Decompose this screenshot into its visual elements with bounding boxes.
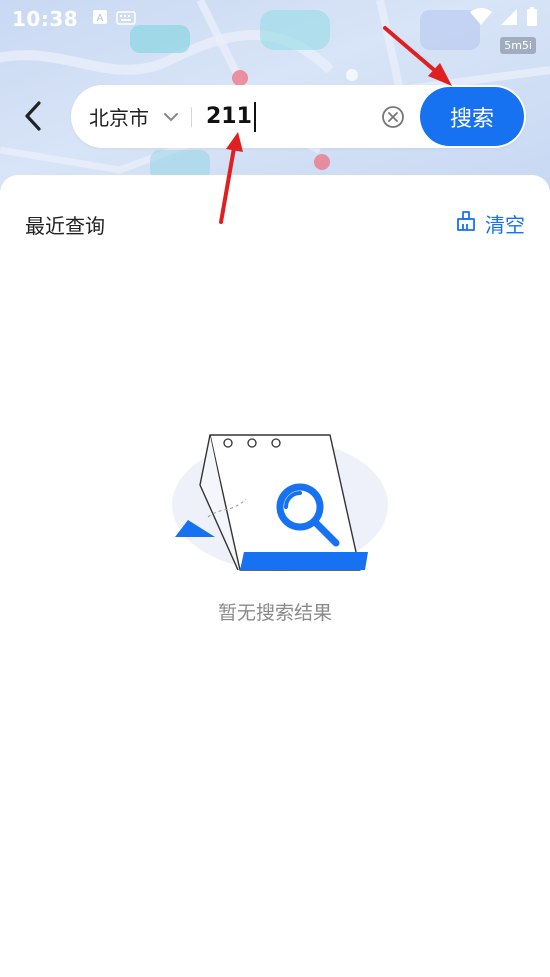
city-label: 北京市 — [89, 106, 149, 130]
clear-input-button[interactable] — [380, 104, 406, 130]
status-badge: 5m5i — [500, 37, 536, 54]
wifi-icon — [470, 8, 492, 30]
battery-icon — [526, 7, 538, 31]
content-sheet: 最近查询 清空 暂无搜索结果 — [0, 175, 550, 977]
empty-search-illustration — [160, 425, 390, 579]
broom-icon — [455, 210, 477, 237]
signal-icon — [500, 8, 518, 30]
search-bar: 北京市 211 搜索 — [71, 85, 526, 148]
close-circle-icon — [382, 105, 404, 128]
empty-state-message: 暂无搜索结果 — [217, 602, 332, 624]
back-button[interactable] — [18, 96, 48, 136]
status-bar: 10:38 A — [0, 0, 550, 38]
search-button[interactable]: 搜索 — [420, 87, 524, 146]
recent-searches-title: 最近查询 — [25, 214, 105, 238]
chevron-left-icon — [25, 101, 41, 131]
clear-history-label: 清空 — [485, 213, 525, 237]
search-input-value: 211 — [206, 104, 252, 129]
keyboard-icon — [116, 10, 136, 29]
a-notification-icon: A — [92, 9, 108, 29]
chevron-down-icon — [163, 112, 179, 122]
search-input[interactable]: 211 — [192, 85, 380, 148]
text-caret — [253, 101, 256, 132]
svg-text:A: A — [97, 13, 104, 24]
clear-history-button[interactable]: 清空 — [455, 209, 525, 238]
status-time: 10:38 — [12, 7, 79, 31]
city-selector[interactable]: 北京市 — [71, 85, 179, 148]
